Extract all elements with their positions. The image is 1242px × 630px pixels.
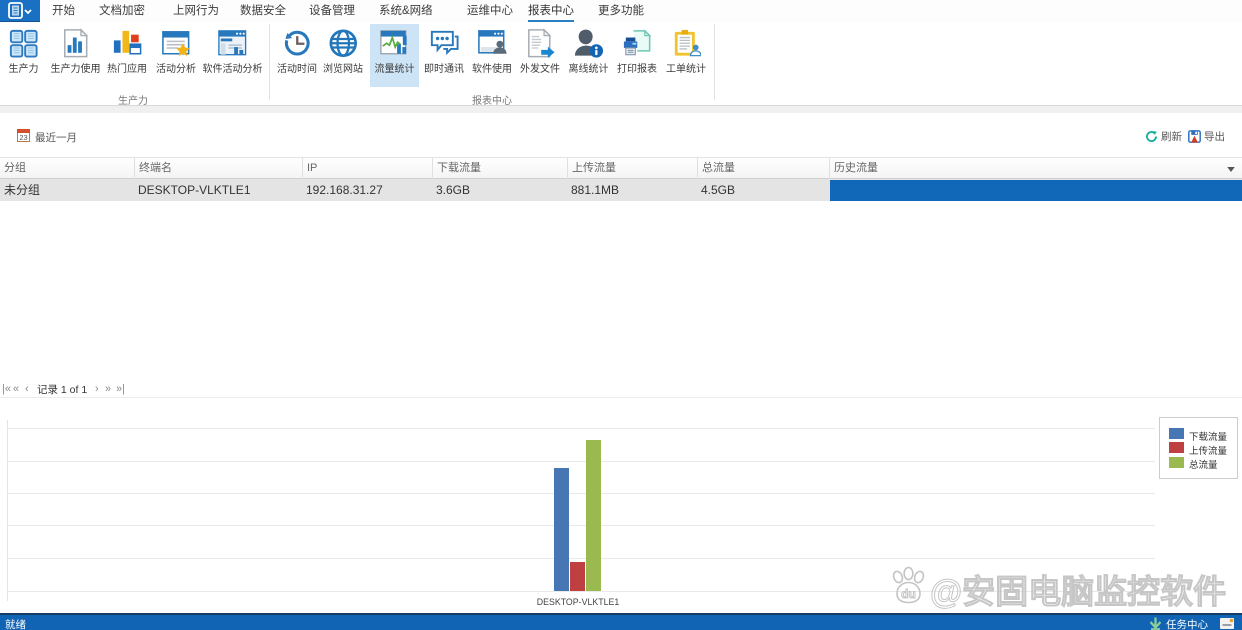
svg-text:23: 23 [19,133,27,142]
svg-text:du: du [901,587,916,601]
